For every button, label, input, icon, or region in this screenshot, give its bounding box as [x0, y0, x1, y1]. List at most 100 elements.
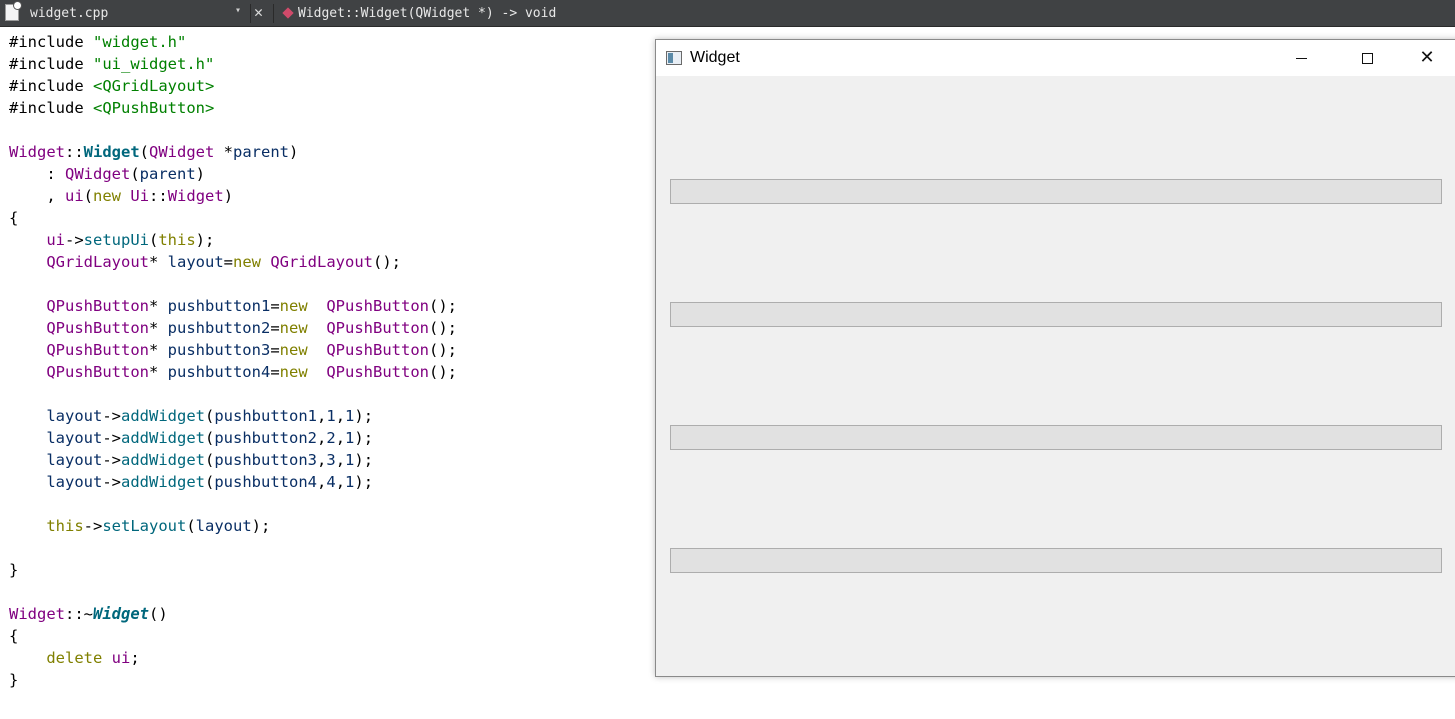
file-selector[interactable]: widget.cpp [30, 6, 108, 21]
code-token: this [158, 231, 196, 249]
code-token: QPushButton [46, 341, 149, 359]
code-token: ui [46, 231, 65, 249]
symbol-selector[interactable]: Widget::Widget(QWidget *) -> void [298, 6, 556, 21]
code-token: pushbutton1 [167, 297, 271, 315]
code-token: pushbutton1 [214, 407, 317, 425]
code-token: #include [9, 77, 93, 95]
code-token: -> [102, 429, 121, 447]
code-token: 1 [326, 407, 336, 425]
code-line: layout->addWidget(pushbutton4,4,1); [9, 471, 457, 493]
code-token: new [279, 341, 308, 359]
toolbar-divider [273, 4, 274, 23]
code-token: layout [46, 429, 103, 447]
code-line: delete ui; [9, 647, 457, 669]
code-token: new [279, 297, 308, 315]
pushbutton3[interactable] [670, 425, 1442, 450]
close-window-button[interactable]: ✕ [1398, 40, 1455, 76]
code-editor[interactable]: #include "widget.h" #include "ui_widget.h… [9, 31, 457, 691]
chevron-down-icon[interactable]: ▾ [235, 5, 241, 16]
code-token: } [9, 561, 19, 579]
code-token: * [148, 341, 168, 359]
code-line: QPushButton* pushbutton2=new QPushButton… [9, 317, 457, 339]
pushbutton1[interactable] [670, 179, 1442, 204]
code-line: QGridLayout* layout=new QGridLayout(); [9, 251, 457, 273]
code-token: ( [205, 451, 215, 469]
maximize-icon [1361, 52, 1373, 64]
code-line: } [9, 559, 457, 581]
code-token: <QGridLayout> [93, 77, 215, 95]
code-token: = [270, 297, 280, 315]
code-token: (); [428, 363, 457, 381]
window-titlebar[interactable]: Widget ✕ [656, 40, 1455, 76]
code-token: QPushButton [326, 319, 429, 337]
editor-toolbar: widget.cpp ▾ ✕ Widget::Widget(QWidget *)… [0, 0, 1455, 27]
code-token: (); [428, 297, 457, 315]
cpp-file-icon [5, 1, 22, 21]
code-token: QGridLayout [46, 253, 149, 271]
code-token: , [335, 473, 346, 491]
code-token: QWidget [65, 165, 131, 183]
code-token: QWidget [149, 143, 215, 161]
code-token: ) [289, 143, 299, 161]
code-token: QPushButton [326, 363, 429, 381]
code-token: * [148, 297, 168, 315]
code-token: 3 [326, 451, 336, 469]
code-token: , [335, 451, 346, 469]
code-token: "ui_widget.h" [93, 55, 215, 73]
code-token: QPushButton [46, 297, 149, 315]
code-line: : QWidget(parent) [9, 163, 457, 185]
code-token: ( [205, 473, 215, 491]
code-token: #include [9, 55, 93, 73]
code-token: -> [83, 517, 103, 535]
pushbutton2[interactable] [670, 302, 1442, 327]
code-token: layout [46, 451, 103, 469]
code-token: new [233, 253, 261, 271]
code-token: Widget [9, 143, 65, 161]
code-token: 4 [326, 473, 336, 491]
code-token: this [46, 517, 84, 535]
code-line: #include "widget.h" [9, 31, 457, 53]
code-token: 1 [345, 429, 355, 447]
maximize-button[interactable] [1338, 40, 1396, 76]
code-token: 1 [345, 473, 355, 491]
code-token: , [9, 187, 65, 205]
code-line: #include <QPushButton> [9, 97, 457, 119]
code-token: ( [205, 407, 215, 425]
code-token: #include [9, 99, 93, 117]
code-token: , [335, 429, 346, 447]
code-line: QPushButton* pushbutton4=new QPushButton… [9, 361, 457, 383]
close-document-icon[interactable]: ✕ [254, 3, 263, 21]
code-line: QPushButton* pushbutton3=new QPushButton… [9, 339, 457, 361]
code-token: ); [354, 429, 374, 447]
code-token: (); [428, 319, 457, 337]
code-line: { [9, 625, 457, 647]
app-window-icon [666, 51, 682, 65]
minimize-icon [1295, 57, 1307, 59]
code-token: pushbutton3 [167, 341, 271, 359]
code-token: * [148, 253, 168, 271]
code-token: ); [354, 407, 374, 425]
pushbutton4[interactable] [670, 548, 1442, 573]
code-line: this->setLayout(layout); [9, 515, 457, 537]
toolbar-divider [250, 4, 251, 23]
code-token: layout [46, 473, 103, 491]
code-token: parent [233, 143, 290, 161]
minimize-button[interactable] [1272, 40, 1330, 76]
code-line: QPushButton* pushbutton1=new QPushButton… [9, 295, 457, 317]
code-token: new [279, 319, 308, 337]
code-token: QGridLayout [270, 253, 373, 271]
code-token: parent [139, 165, 196, 183]
code-token: 1 [345, 451, 355, 469]
code-token: = [270, 363, 280, 381]
code-token: layout [167, 253, 224, 271]
code-token: , [317, 473, 327, 491]
